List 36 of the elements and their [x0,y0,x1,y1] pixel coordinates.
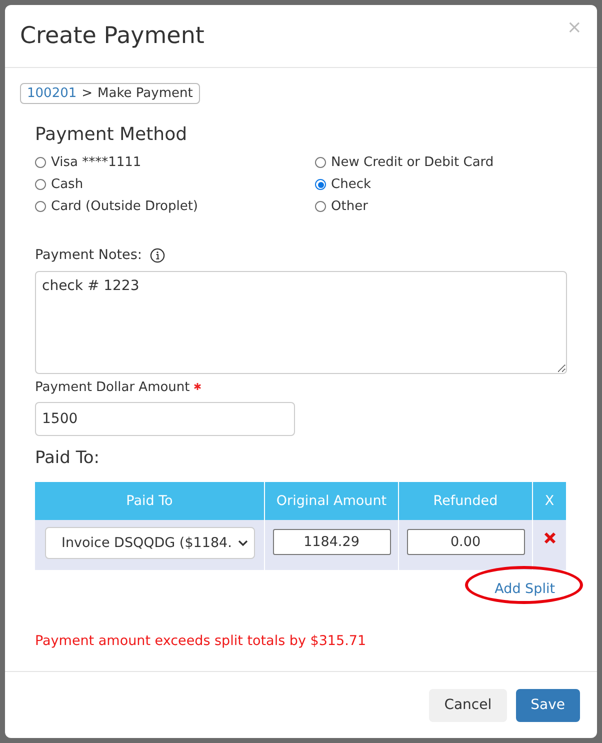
radio-button[interactable] [35,201,46,212]
radio-label: Other [331,199,368,214]
breadcrumb-separator: > [82,86,93,101]
cancel-button[interactable]: Cancel [429,688,507,722]
notes-field[interactable]: check # 1223 [35,271,567,374]
dialog-title: Create Payment [20,23,204,49]
breadcrumb-link[interactable]: 100201 [27,86,77,101]
amount-field[interactable]: 1500 [35,402,295,436]
column-header: Original Amount [264,482,398,520]
radio-button[interactable] [35,157,46,168]
info-icon[interactable] [150,248,165,262]
section-heading: Paid To: [35,448,100,468]
radio-button[interactable] [35,179,46,190]
chevron-down-icon [238,540,248,546]
radio-button[interactable] [315,157,326,168]
field-label: Payment Notes: [35,247,142,263]
save-button[interactable]: Save [516,688,580,722]
refund-input[interactable]: 0.00 [406,529,524,555]
radio-label: Visa ****1111 [51,155,142,170]
section-heading: Payment Method [35,124,188,145]
invoice-select[interactable]: Invoice DSQQDG ($1184. [44,527,254,559]
radio-label: Cash [51,177,84,192]
delete-icon[interactable] [544,532,556,544]
radio-button[interactable] [315,201,326,212]
add-split-link[interactable]: Add Split [494,581,555,597]
breadcrumb-current: Make Payment [98,86,193,101]
field-label: Payment Dollar Amount [35,380,190,395]
radio-label: New Credit or Debit Card [331,155,494,170]
amount-input[interactable]: 1184.29 [272,529,390,555]
radio-button[interactable] [315,179,326,190]
radio-label: Card (Outside Droplet) [51,199,198,214]
error-message: Payment amount exceeds split totals by $315.71 [35,633,368,649]
column-header: Refunded [398,482,532,520]
radio-label: Check [331,177,371,192]
column-header: Paid To [35,482,264,520]
column-header: X [532,482,566,520]
